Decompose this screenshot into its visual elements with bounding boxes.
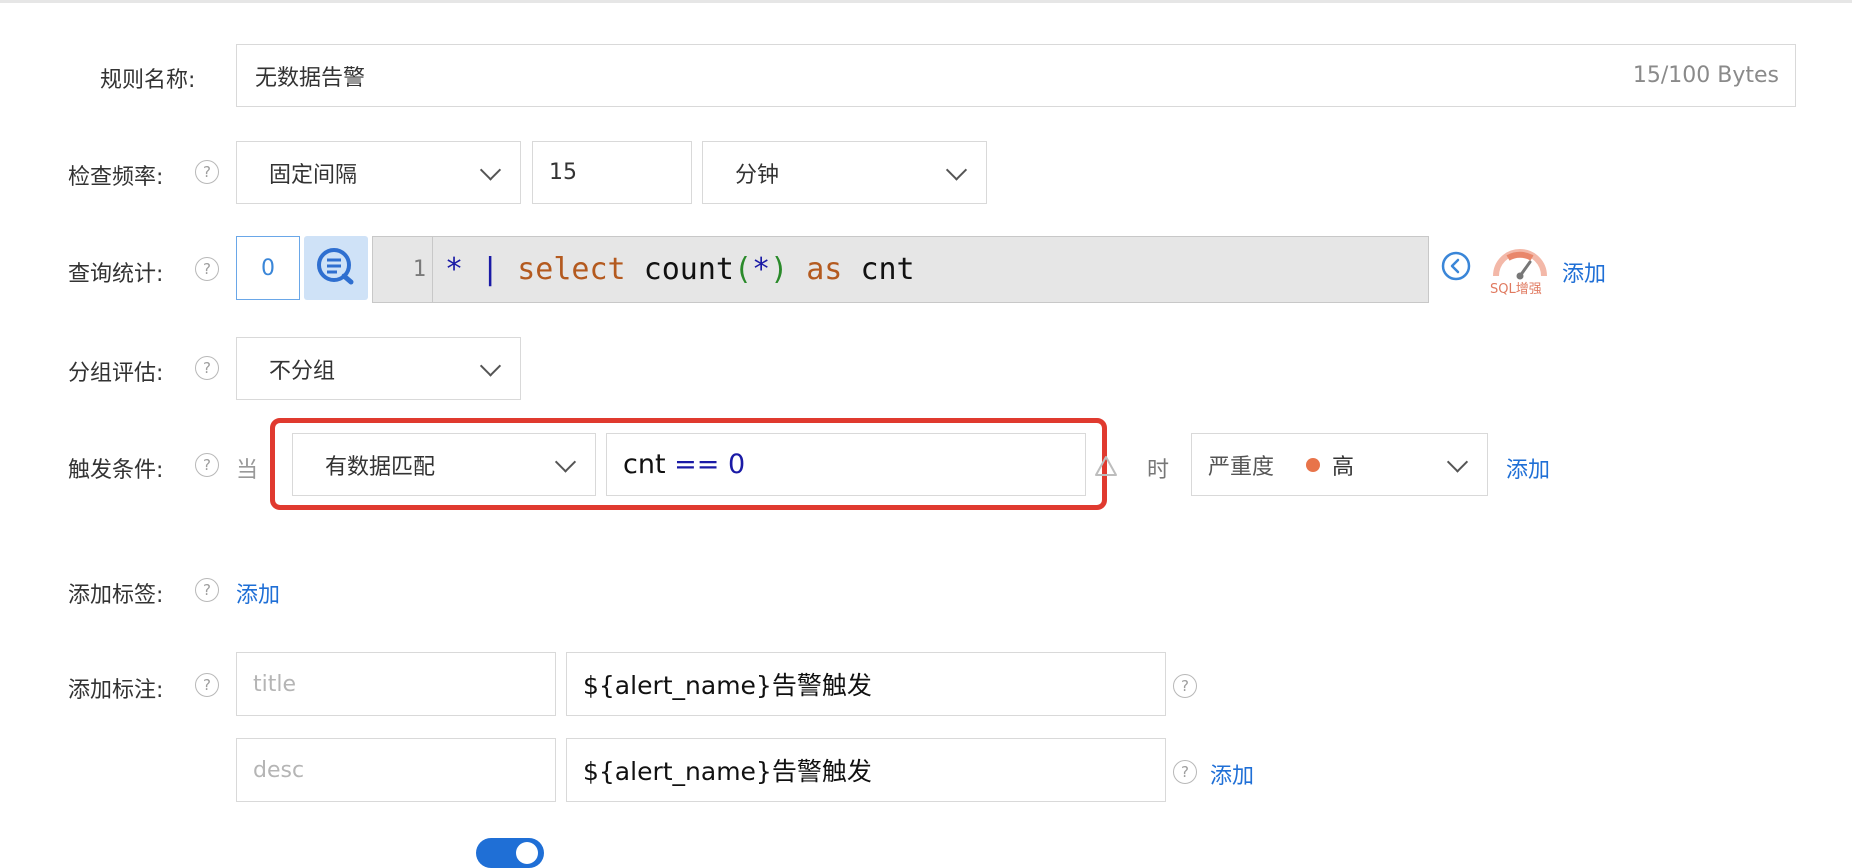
frequency-mode-select[interactable]: 固定间隔	[236, 141, 521, 204]
severity-label: 严重度	[1208, 454, 1275, 480]
rule-name-label: 规则名称:	[100, 68, 196, 93]
collapse-left-icon[interactable]	[1440, 250, 1472, 282]
line-number: 1	[373, 237, 433, 302]
check-frequency-label: 检查频率:	[68, 165, 164, 190]
query-code-line: * | select count(*) as cnt	[445, 237, 915, 302]
code-rparen: )	[770, 252, 789, 287]
code-pipe: |	[481, 252, 500, 287]
labels-help-icon[interactable]	[195, 578, 219, 602]
query-count-badge[interactable]: 0	[236, 236, 300, 300]
query-search-button[interactable]	[304, 236, 368, 300]
trigger-prefix: 当	[236, 458, 259, 483]
annotation-value-help-icon-2[interactable]	[1173, 760, 1197, 784]
trigger-help-icon[interactable]	[195, 453, 219, 477]
code-alias: cnt	[860, 252, 915, 287]
toggle-knob	[516, 842, 538, 864]
chevron-down-icon	[1446, 450, 1469, 473]
sql-enhance-button[interactable]: SQL增强	[1488, 244, 1552, 297]
chevron-down-icon	[479, 158, 502, 181]
annotation-value-input-2[interactable]: ${alert_name}告警触发	[566, 738, 1166, 802]
annotation-value-1: ${alert_name}告警触发	[583, 671, 872, 700]
query-label: 查询统计:	[68, 262, 164, 287]
code-as: as	[806, 252, 843, 287]
annotation-key-placeholder-1: title	[253, 671, 297, 697]
annotation-value-help-icon[interactable]	[1173, 674, 1197, 698]
group-select[interactable]: 不分组	[236, 337, 521, 400]
rule-name-byte-counter: 15/100 Bytes	[1632, 63, 1779, 88]
trigger-add-link[interactable]: 添加	[1506, 452, 1550, 484]
highlight-box	[270, 418, 1107, 510]
labels-label: 添加标签:	[68, 583, 164, 608]
chevron-down-icon	[479, 354, 502, 377]
query-add-link[interactable]: 添加	[1562, 256, 1606, 288]
annotation-key-input-1[interactable]: title	[236, 652, 556, 716]
annotation-key-input-2[interactable]: desc	[236, 738, 556, 802]
group-value: 不分组	[269, 358, 336, 384]
trigger-label: 触发条件:	[68, 458, 164, 483]
sql-enhance-label: SQL增强	[1490, 282, 1542, 297]
group-label: 分组评估:	[68, 361, 164, 386]
group-help-icon[interactable]	[195, 356, 219, 380]
frequency-mode-value: 固定间隔	[269, 162, 358, 188]
frequency-unit-select[interactable]: 分钟	[702, 141, 987, 204]
severity-dot	[1306, 457, 1321, 472]
toggle-switch[interactable]	[476, 838, 544, 868]
annotations-add-link[interactable]: 添加	[1210, 758, 1254, 790]
code-arg: *	[752, 252, 771, 287]
code-select: select	[517, 252, 626, 287]
code-func: count	[643, 252, 734, 287]
frequency-interval-value: 15	[549, 160, 577, 185]
rule-name-value: 无数据告警	[255, 65, 366, 91]
query-code-editor[interactable]: 1 * | select count(*) as cnt	[372, 236, 1429, 303]
frequency-interval-input[interactable]: 15	[532, 141, 692, 204]
query-help-icon[interactable]	[195, 257, 219, 281]
labels-add-link[interactable]: 添加	[236, 577, 280, 609]
trigger-when: 时	[1147, 458, 1170, 483]
severity-select[interactable]: 严重度 高	[1191, 433, 1488, 496]
frequency-unit-value: 分钟	[735, 162, 780, 188]
annotations-label: 添加标注:	[68, 678, 164, 703]
chevron-down-icon	[945, 158, 968, 181]
annotations-help-icon[interactable]	[195, 673, 219, 697]
top-divider	[0, 0, 1852, 3]
annotation-key-placeholder-2: desc	[253, 757, 305, 783]
speedometer-icon	[1493, 249, 1547, 280]
severity-value: 高	[1332, 454, 1355, 480]
annotation-value-2: ${alert_name}告警触发	[583, 757, 872, 786]
search-list-icon	[317, 248, 354, 285]
rule-name-input[interactable]: 无数据告警 15/100 Bytes	[236, 44, 1796, 107]
warning-triangle-icon	[1094, 455, 1118, 477]
query-count-value: 0	[261, 255, 275, 281]
check-frequency-help-icon[interactable]	[195, 160, 219, 184]
code-lparen: (	[734, 252, 753, 287]
annotation-value-input-1[interactable]: ${alert_name}告警触发	[566, 652, 1166, 716]
code-star: *	[445, 252, 464, 287]
